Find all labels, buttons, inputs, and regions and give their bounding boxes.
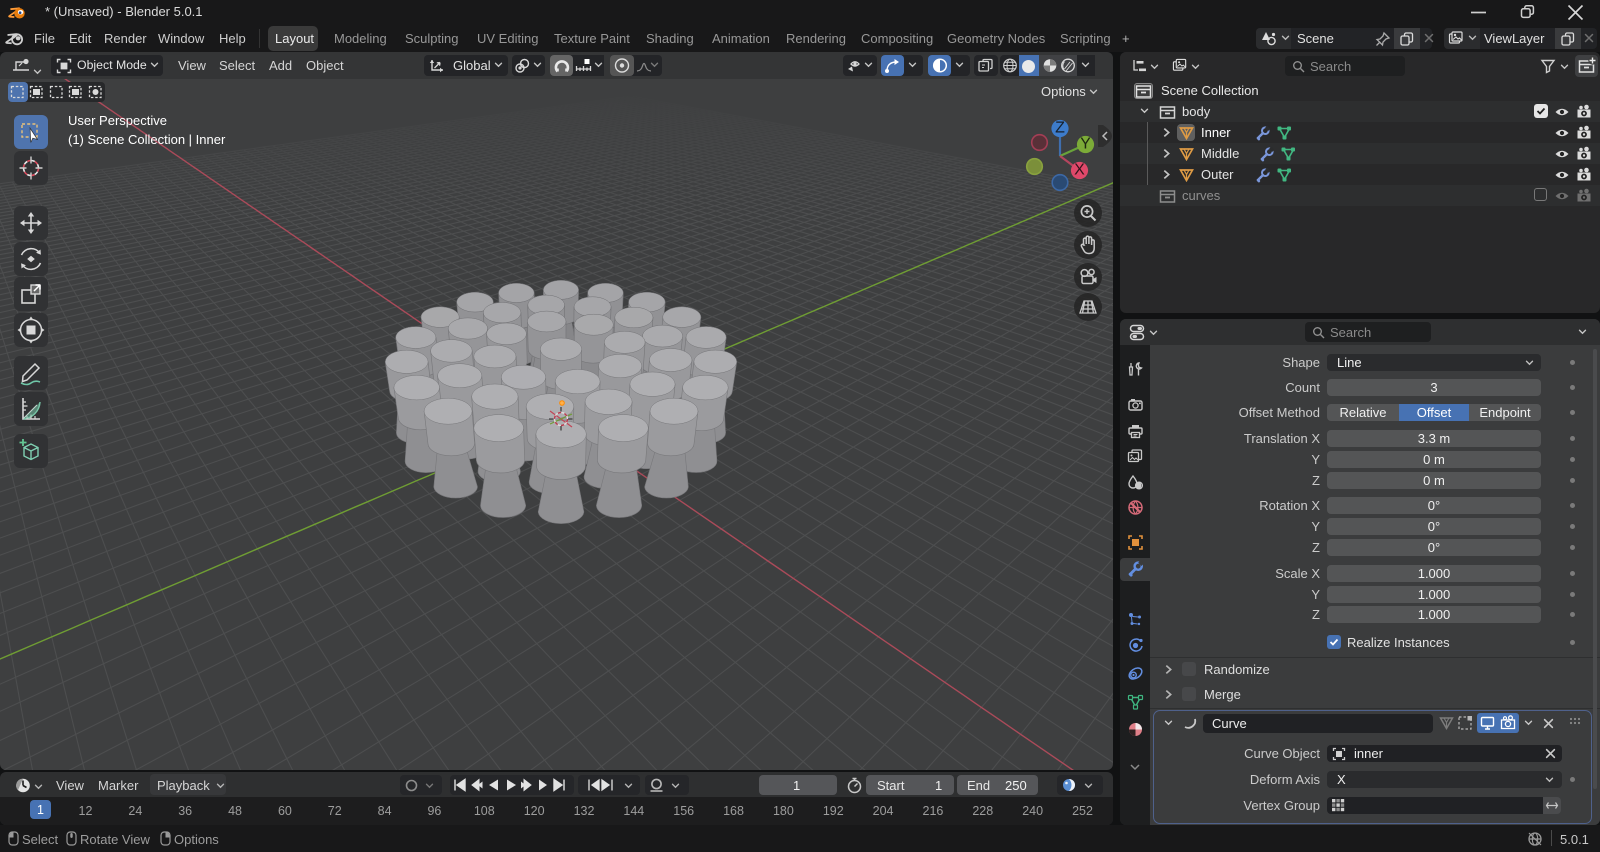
svg-text:Z: Z bbox=[1055, 120, 1065, 137]
svg-text:Y: Y bbox=[1080, 136, 1091, 153]
svg-text:X: X bbox=[1074, 162, 1085, 179]
